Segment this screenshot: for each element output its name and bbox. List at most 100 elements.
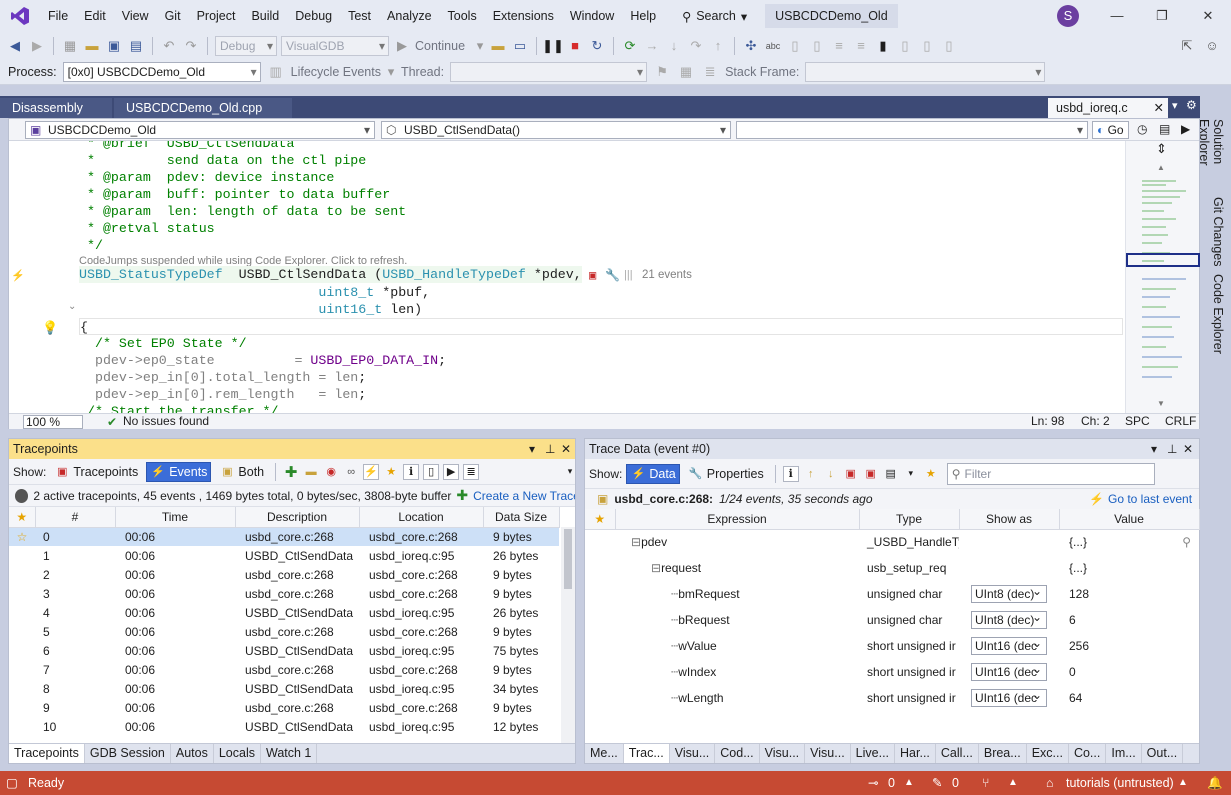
pencil-icon[interactable]: ✎ — [932, 771, 942, 795]
menu-item-git[interactable]: Git — [157, 0, 189, 32]
tracepoint-icon[interactable]: ▣ — [589, 268, 596, 283]
menu-item-file[interactable]: File — [40, 0, 76, 32]
bottom-tab[interactable]: Visu... — [760, 744, 806, 763]
chevron-down-icon[interactable]: ▾ — [387, 63, 395, 81]
uncomment-icon[interactable]: ▯ — [808, 37, 826, 55]
outdent-icon[interactable]: ≡ — [852, 37, 870, 55]
star-column-header[interactable]: ★ — [9, 507, 36, 528]
bottom-tab[interactable]: Live... — [851, 744, 896, 763]
collapse-icon[interactable]: ⊟ — [615, 561, 661, 575]
table-row[interactable]: 6 00:06 USBD_CtlSendData usbd_ioreq.c:95 75 … — [9, 641, 559, 660]
chevron-down-icon[interactable]: ▾ — [475, 37, 485, 55]
star-cell[interactable] — [9, 565, 35, 584]
user-icon[interactable]: ☺ — [1203, 37, 1221, 55]
wrench-icon[interactable]: 🔧 — [605, 268, 620, 283]
collapse-icon[interactable]: ⌄ — [68, 301, 76, 312]
undo-icon[interactable]: ↶ — [160, 37, 178, 55]
column-header[interactable]: Expression — [615, 509, 860, 530]
menu-item-debug[interactable]: Debug — [287, 0, 340, 32]
next-bookmark-icon[interactable]: ▯ — [918, 37, 936, 55]
table-row[interactable]: ┄bmRequest unsigned char UInt8 (dec) 128 — [585, 581, 1199, 607]
table-row[interactable]: ┄bRequest unsigned char UInt8 (dec) 6 — [585, 607, 1199, 633]
star-cell[interactable] — [585, 685, 615, 711]
bottom-tab[interactable]: GDB Session — [85, 744, 171, 763]
table-row[interactable]: ⊟request usb_setup_req {...} — [585, 555, 1199, 581]
line-ending[interactable]: CRLF — [1165, 414, 1196, 429]
menu-item-analyze[interactable]: Analyze — [379, 0, 439, 32]
column-header[interactable]: Location — [359, 507, 484, 528]
restore-button[interactable]: ❐ — [1139, 0, 1185, 32]
repository-icon[interactable]: ⌂ — [1046, 771, 1054, 795]
bottom-tab[interactable]: Brea... — [979, 744, 1027, 763]
filter-thread-icon[interactable]: ▦ — [677, 63, 695, 81]
table-icon[interactable]: ▤ — [883, 466, 899, 482]
show-events-button[interactable]: ⚡ Events — [146, 461, 212, 482]
process-combo[interactable]: [0x0] USBCDCDemo_Old — [62, 61, 261, 82]
show-data-button[interactable]: ⚡ Data — [626, 463, 680, 484]
side-tab-solution-explorer[interactable]: Solution Explorer — [1197, 96, 1225, 188]
star-cell[interactable] — [585, 581, 615, 607]
open-folder-icon[interactable]: ▬ — [83, 37, 101, 55]
tag-icon[interactable]: ▶ — [1181, 122, 1190, 136]
show-as-dropdown[interactable]: UInt16 (dec — [971, 687, 1047, 707]
menu-item-view[interactable]: View — [114, 0, 157, 32]
star-cell[interactable] — [9, 660, 35, 679]
events-badge[interactable]: 21 events — [642, 269, 692, 281]
table-row[interactable]: 10 00:06 USBD_CtlSendData usbd_ioreq.c:95 12… — [9, 717, 559, 736]
add-icon[interactable]: ✚ — [283, 464, 299, 481]
star-cell[interactable] — [585, 555, 615, 581]
star-outline-icon[interactable]: ☆ — [17, 530, 28, 544]
bottom-tab[interactable]: Watch 1 — [261, 744, 318, 763]
search-box[interactable]: ⚲ Search ▾ — [674, 9, 755, 24]
step-into-icon[interactable]: ↓ — [665, 37, 683, 55]
column-header[interactable]: Data Size — [483, 507, 560, 528]
share-icon[interactable]: ⇱ — [1178, 37, 1196, 55]
table-row[interactable]: 9 00:06 usbd_core.c:268 usbd_core.c:268 9 by… — [9, 698, 559, 717]
show-as-dropdown[interactable]: UInt8 (dec) — [971, 609, 1047, 629]
function-combo[interactable]: ⬡ USBD_CtlSendData() — [381, 121, 731, 139]
side-tab-git-changes[interactable]: Git Changes — [1203, 196, 1225, 268]
show-as-dropdown[interactable]: UInt16 (dec — [971, 635, 1047, 655]
whitespace-mode[interactable]: SPC — [1125, 414, 1150, 429]
minimap-viewport[interactable] — [1126, 253, 1200, 267]
stack-frame-combo[interactable] — [805, 61, 1046, 82]
star-cell[interactable] — [9, 698, 35, 717]
document-icon[interactable]: ▤ — [1159, 122, 1170, 136]
member-combo[interactable] — [736, 121, 1088, 139]
bookmark-icon[interactable]: ▮ — [874, 37, 892, 55]
stack-icon[interactable]: ≣ — [701, 63, 719, 81]
new-project-icon[interactable]: ▦ — [61, 37, 79, 55]
forward-icon[interactable]: ▶ — [28, 37, 46, 55]
menu-item-test[interactable]: Test — [340, 0, 379, 32]
table-row[interactable]: ☆ 0 00:06 usbd_core.c:268 usbd_core.c:268 9 b… — [9, 527, 559, 546]
tab-usbd-ioreq[interactable]: usbd_ioreq.c ✕ — [1048, 98, 1168, 118]
continue-button[interactable]: Continue — [415, 39, 471, 53]
configuration-combo[interactable]: Debug — [215, 35, 277, 56]
chevron-down-icon[interactable]: ▾ — [1172, 99, 1178, 112]
visual-studio-logo-icon[interactable] — [0, 0, 40, 32]
menu-item-build[interactable]: Build — [243, 0, 287, 32]
collapse-icon[interactable]: ⊟ — [615, 535, 641, 549]
restart-icon[interactable]: ↻ — [588, 37, 606, 55]
go-to-last-event-link[interactable]: Go to last event — [1108, 492, 1192, 506]
star-cell[interactable] — [9, 679, 35, 698]
chevron-down-icon[interactable]: ▾ — [529, 439, 535, 459]
bottom-tab[interactable]: Co... — [1069, 744, 1107, 763]
info-icon[interactable]: ℹ — [782, 465, 799, 482]
zoom-combo[interactable]: 100 % — [23, 415, 83, 429]
link-icon[interactable]: ∞ — [343, 464, 359, 480]
open-folder-icon[interactable]: ▬ — [303, 464, 319, 480]
changes-count[interactable]: 0 — [952, 771, 959, 795]
table-row[interactable]: 3 00:06 usbd_core.c:268 usbd_core.c:268 9 by… — [9, 584, 559, 603]
column-header[interactable]: Description — [235, 507, 360, 528]
star-icon[interactable]: ★ — [383, 464, 399, 480]
show-as-dropdown[interactable]: UInt16 (dec — [971, 661, 1047, 681]
star-cell[interactable] — [9, 603, 35, 622]
close-icon[interactable]: ✕ — [1183, 439, 1193, 459]
back-icon[interactable]: ◀ — [6, 37, 24, 55]
column-header[interactable]: Type — [859, 509, 960, 530]
stop-icon[interactable]: ■ — [566, 37, 584, 55]
attach-icon[interactable]: ▬ — [489, 37, 507, 55]
star-cell[interactable] — [9, 584, 35, 603]
table-row[interactable]: ⊟pdev _USBD_HandleTy {...} ⚲ — [585, 529, 1199, 555]
